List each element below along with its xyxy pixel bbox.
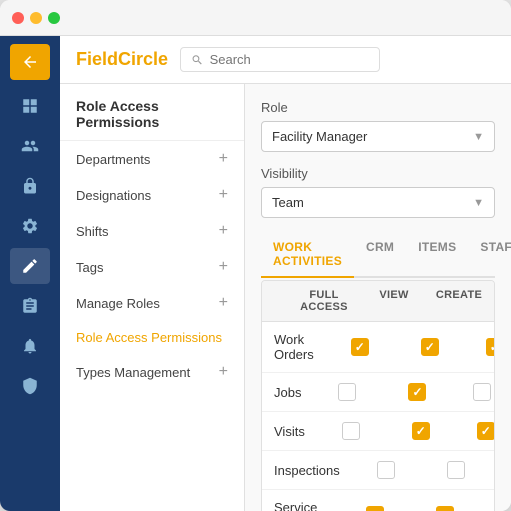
sidebar-item-lock[interactable] bbox=[10, 168, 50, 204]
col-name bbox=[262, 281, 284, 321]
plus-icon-departments: + bbox=[219, 150, 228, 168]
title-bar bbox=[0, 0, 511, 36]
sidebar-item-back[interactable] bbox=[10, 44, 50, 80]
checkbox-view[interactable] bbox=[412, 422, 430, 440]
cell-create[interactable] bbox=[486, 451, 495, 489]
tab-crm[interactable]: CRM bbox=[354, 232, 406, 276]
checkbox-full-access[interactable] bbox=[366, 506, 384, 511]
sidebar-item-bell[interactable] bbox=[10, 328, 50, 364]
row-name: Service Requests bbox=[262, 490, 335, 511]
cell-view[interactable] bbox=[387, 373, 447, 411]
content-area: FieldCircle Role Access Permissions Depa… bbox=[60, 36, 511, 511]
body-split: Role Access Permissions Departments + De… bbox=[60, 84, 511, 511]
header: FieldCircle bbox=[60, 36, 511, 84]
right-inner: Role Facility Manager ▼ Visibility Team … bbox=[245, 84, 511, 511]
sidebar bbox=[0, 36, 60, 511]
cell-create[interactable] bbox=[451, 412, 495, 450]
checkbox-full-access[interactable] bbox=[342, 422, 360, 440]
cell-full-access[interactable] bbox=[311, 412, 391, 450]
menu-item-shifts[interactable]: Shifts + bbox=[60, 213, 244, 249]
right-panel: Role Facility Manager ▼ Visibility Team … bbox=[245, 84, 511, 511]
role-value: Facility Manager bbox=[272, 129, 367, 144]
row-name: Jobs bbox=[262, 373, 307, 411]
row-name: Visits bbox=[262, 412, 311, 450]
checkbox-create[interactable] bbox=[486, 338, 495, 356]
app-window: FieldCircle Role Access Permissions Depa… bbox=[0, 0, 511, 511]
table-row: Inspections bbox=[262, 451, 494, 490]
cell-full-access[interactable] bbox=[335, 490, 415, 511]
search-input[interactable] bbox=[210, 52, 369, 67]
plus-icon-shifts: + bbox=[219, 222, 228, 240]
checkbox-view[interactable] bbox=[421, 338, 439, 356]
sidebar-item-grid[interactable] bbox=[10, 88, 50, 124]
cell-full-access[interactable] bbox=[320, 322, 400, 372]
menu-item-tags[interactable]: Tags + bbox=[60, 249, 244, 285]
logo: FieldCircle bbox=[76, 49, 168, 70]
cell-create[interactable] bbox=[460, 322, 495, 372]
tab-staff[interactable]: STAFF bbox=[468, 232, 511, 276]
tab-work-activities[interactable]: WORK ACTIVITIES bbox=[261, 232, 354, 278]
col-view: VIEW bbox=[364, 281, 424, 321]
menu-item-manage-roles[interactable]: Manage Roles + bbox=[60, 285, 244, 321]
cell-create[interactable] bbox=[447, 373, 495, 411]
sidebar-item-settings[interactable] bbox=[10, 208, 50, 244]
cell-full-access[interactable] bbox=[307, 373, 387, 411]
logo-field: Field bbox=[76, 49, 118, 69]
checkbox-view[interactable] bbox=[436, 506, 454, 511]
logo-circle: Circle bbox=[118, 49, 168, 69]
role-label: Role bbox=[261, 100, 495, 115]
col-full-access: FULL ACCESS bbox=[284, 281, 364, 321]
role-select[interactable]: Facility Manager ▼ bbox=[261, 121, 495, 152]
plus-icon-types: + bbox=[219, 363, 228, 381]
row-name: Work Orders bbox=[262, 322, 320, 372]
checkbox-full-access[interactable] bbox=[351, 338, 369, 356]
checkbox-view[interactable] bbox=[447, 461, 465, 479]
cell-view[interactable] bbox=[391, 412, 451, 450]
permissions-table: FULL ACCESS VIEW CREATE Work Orders bbox=[261, 280, 495, 511]
table-row: Visits bbox=[262, 412, 494, 451]
checkbox-view[interactable] bbox=[408, 383, 426, 401]
menu-item-types-management[interactable]: Types Management + bbox=[60, 354, 244, 390]
table-row: Work Orders bbox=[262, 322, 494, 373]
visibility-label: Visibility bbox=[261, 166, 495, 181]
table-row: Service Requests bbox=[262, 490, 494, 511]
sidebar-item-shield[interactable] bbox=[10, 368, 50, 404]
tab-items[interactable]: ITEMS bbox=[406, 232, 468, 276]
menu-item-departments[interactable]: Departments + bbox=[60, 141, 244, 177]
cell-view[interactable] bbox=[400, 322, 460, 372]
main-layout: FieldCircle Role Access Permissions Depa… bbox=[0, 36, 511, 511]
cell-create[interactable] bbox=[475, 490, 495, 511]
sidebar-item-clipboard[interactable] bbox=[10, 288, 50, 324]
plus-icon-manage-roles: + bbox=[219, 294, 228, 312]
plus-icon-tags: + bbox=[219, 258, 228, 276]
maximize-button[interactable] bbox=[48, 12, 60, 24]
checkbox-full-access[interactable] bbox=[377, 461, 395, 479]
chevron-down-icon-2: ▼ bbox=[473, 197, 484, 209]
cell-view[interactable] bbox=[415, 490, 475, 511]
col-create: CREATE bbox=[424, 281, 494, 321]
minimize-button[interactable] bbox=[30, 12, 42, 24]
cell-full-access[interactable] bbox=[346, 451, 426, 489]
checkbox-full-access[interactable] bbox=[338, 383, 356, 401]
left-panel: Role Access Permissions Departments + De… bbox=[60, 84, 245, 511]
search-icon bbox=[191, 53, 204, 67]
page-title: Role Access Permissions bbox=[60, 84, 244, 141]
table-row: Jobs bbox=[262, 373, 494, 412]
sidebar-item-file-edit[interactable] bbox=[10, 248, 50, 284]
visibility-select[interactable]: Team ▼ bbox=[261, 187, 495, 218]
table-header: FULL ACCESS VIEW CREATE bbox=[262, 281, 494, 322]
checkbox-create[interactable] bbox=[473, 383, 491, 401]
chevron-down-icon: ▼ bbox=[473, 131, 484, 143]
menu-item-designations[interactable]: Designations + bbox=[60, 177, 244, 213]
plus-icon-designations: + bbox=[219, 186, 228, 204]
sidebar-item-users[interactable] bbox=[10, 128, 50, 164]
menu-item-role-access[interactable]: Role Access Permissions bbox=[60, 321, 244, 354]
tabs: WORK ACTIVITIES CRM ITEMS STAFF ACCOUNTS bbox=[261, 232, 495, 278]
cell-view[interactable] bbox=[426, 451, 486, 489]
row-name: Inspections bbox=[262, 451, 346, 489]
search-bar[interactable] bbox=[180, 47, 380, 72]
visibility-value: Team bbox=[272, 195, 304, 210]
checkbox-create[interactable] bbox=[477, 422, 495, 440]
close-button[interactable] bbox=[12, 12, 24, 24]
